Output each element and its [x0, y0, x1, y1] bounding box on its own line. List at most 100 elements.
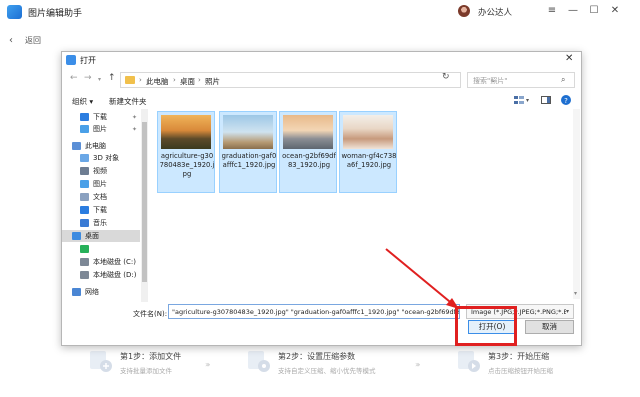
step-3-title: 第3步：开始压缩 — [488, 352, 550, 361]
pin-icon: ✦ — [132, 125, 138, 133]
svg-text:?: ? — [564, 97, 568, 105]
file-name: agriculture-g30780483e_1920.jpg — [159, 152, 215, 178]
address-bar[interactable]: › 此电脑 › 桌面 › 照片 ⌄ — [120, 72, 496, 88]
file-item[interactable]: agriculture-g30780483e_1920.jpg — [157, 111, 215, 193]
sidebar-item-label: 图片 — [93, 125, 107, 133]
file-item[interactable]: woman-gf4c738a6f_1920.jpg — [339, 111, 397, 193]
file-thumbnail — [283, 115, 333, 149]
sidebar-item-label: 此电脑 — [85, 142, 106, 150]
network-icon — [72, 288, 81, 296]
sidebar-item-label: 本地磁盘 (D:) — [93, 271, 137, 279]
pictures-icon — [80, 180, 89, 188]
sidebar-item[interactable]: 视频 — [62, 165, 140, 177]
sidebar-item-label: 下载 — [93, 113, 107, 121]
refresh-icon[interactable]: ↻ — [442, 72, 450, 82]
minimize-button[interactable]: — — [567, 5, 579, 17]
address-row: ← → ▾ ↑ › 此电脑 › 桌面 › 照片 ⌄ ↻ 搜索"照片" ⌕ — [62, 70, 581, 90]
sidebar-item[interactable]: 3D 对象 — [62, 152, 140, 164]
content-scrollbar[interactable]: ▾ — [573, 109, 580, 299]
app-title: 图片编辑助手 — [28, 9, 83, 19]
dialog-title: 打开 — [80, 56, 96, 65]
step-3-desc: 点击压缩按钮开始压缩 — [488, 367, 553, 375]
sidebar-item[interactable]: 文档 — [62, 191, 140, 203]
new-folder-button[interactable]: 新建文件夹 — [109, 96, 147, 107]
file-name: woman-gf4c738a6f_1920.jpg — [341, 152, 397, 169]
download-icon — [80, 113, 89, 121]
cancel-button[interactable]: 取消 — [525, 320, 574, 334]
sidebar-item[interactable]: 本地磁盘 (C:) — [62, 256, 140, 268]
breadcrumb-this-pc[interactable]: 此电脑 — [146, 76, 169, 87]
sidebar-item[interactable]: 下载 — [62, 204, 140, 216]
view-dropdown-icon[interactable]: ▾ — [526, 97, 529, 104]
back-arrow-icon[interactable]: ← — [70, 73, 78, 83]
pin-icon: ✦ — [132, 113, 138, 121]
view-options-icon[interactable] — [514, 96, 524, 104]
dialog-toolbar: 组织 ▾ 新建文件夹 ▾ ? — [62, 92, 581, 108]
chevrons-right-icon: ››› — [415, 360, 420, 369]
folder-icon — [125, 76, 135, 84]
sidebar-item-label: 文档 — [93, 193, 107, 201]
sidebar-item[interactable] — [62, 243, 140, 255]
dialog-close-button[interactable]: ✕ — [565, 53, 573, 64]
sidebar-item[interactable]: 图片 — [62, 178, 140, 190]
preview-pane-icon[interactable] — [541, 96, 551, 104]
add-file-icon — [90, 351, 112, 372]
up-arrow-icon[interactable]: ↑ — [108, 73, 116, 83]
sidebar-item[interactable]: 网络 — [62, 286, 140, 298]
forward-arrow-icon[interactable]: → — [84, 73, 92, 83]
file-list: agriculture-g30780483e_1920.jpg graduatio… — [153, 109, 573, 299]
file-thumbnail — [223, 115, 273, 149]
breadcrumb-separator: › — [198, 76, 201, 84]
video-icon — [80, 167, 89, 175]
recent-dropdown-icon[interactable]: ▾ — [98, 76, 101, 83]
app-icon — [80, 245, 89, 253]
file-name: ocean-g2bf69df83_1920.jpg — [282, 152, 336, 169]
file-name: graduation-gaf0afffc1_1920.jpg — [221, 152, 277, 169]
file-thumbnail — [161, 115, 211, 149]
avatar[interactable] — [458, 5, 470, 17]
breadcrumb-desktop[interactable]: 桌面 — [180, 76, 195, 87]
sidebar-item[interactable]: 图片 ✦ — [62, 123, 140, 135]
nav-scrollbar[interactable] — [141, 109, 148, 302]
organize-menu[interactable]: 组织 ▾ — [72, 96, 93, 107]
menu-icon[interactable]: ≡ — [546, 5, 558, 17]
sidebar-item[interactable]: 音乐 — [62, 217, 140, 229]
sidebar-item[interactable]: 此电脑 — [62, 140, 140, 152]
scroll-down-icon[interactable]: ▾ — [574, 290, 577, 297]
close-button[interactable]: ✕ — [609, 5, 621, 17]
navigation-pane: 下载 ✦ 图片 ✦ 此电脑 3D 对象 视频 图片 文档 下载 音乐 桌面 本地磁盘 (C:) 本地磁盘 … — [62, 109, 150, 302]
breadcrumb-separator: › — [173, 76, 176, 84]
chevron-down-icon: ▾ — [566, 308, 570, 315]
app-titlebar: 图片编辑助手 办公达人 ≡ — ☐ ✕ — [0, 0, 640, 24]
sidebar-item[interactable]: 本地磁盘 (D:) — [62, 269, 140, 281]
back-button[interactable]: ‹ 返回 — [9, 35, 41, 46]
file-item[interactable]: ocean-g2bf69df83_1920.jpg — [279, 111, 337, 193]
pictures-icon — [80, 125, 89, 133]
breadcrumb-photos[interactable]: 照片 — [205, 76, 220, 87]
3d-objects-icon — [80, 154, 89, 162]
music-icon — [80, 219, 89, 227]
breadcrumb-separator: › — [139, 76, 142, 84]
dialog-app-icon — [66, 55, 76, 65]
help-icon[interactable]: ? — [561, 95, 571, 105]
download-icon — [80, 206, 89, 214]
sidebar-item-label: 音乐 — [93, 219, 107, 227]
step-1-title: 第1步：添加文件 — [120, 352, 182, 361]
user-name[interactable]: 办公达人 — [478, 6, 512, 18]
app-logo-icon — [7, 5, 22, 19]
file-item[interactable]: graduation-gaf0afffc1_1920.jpg — [219, 111, 277, 193]
maximize-button[interactable]: ☐ — [588, 5, 600, 17]
sidebar-item[interactable]: 桌面 — [62, 230, 140, 242]
sidebar-item-label: 3D 对象 — [93, 154, 120, 162]
computer-icon — [72, 142, 81, 150]
annotation-highlight-box — [455, 306, 517, 346]
filename-label: 文件名(N): — [133, 310, 168, 318]
back-label: 返回 — [25, 36, 41, 45]
file-thumbnail — [343, 115, 393, 149]
sidebar-item[interactable]: 下载 ✦ — [62, 111, 140, 123]
sidebar-item-label: 下载 — [93, 206, 107, 214]
sidebar-item-label: 视频 — [93, 167, 107, 175]
filename-input[interactable]: "agriculture-g30780483e_1920.jpg" "gradu… — [168, 304, 460, 319]
nav-scrollbar-thumb[interactable] — [142, 122, 147, 282]
search-input[interactable]: 搜索"照片" ⌕ — [467, 72, 575, 88]
